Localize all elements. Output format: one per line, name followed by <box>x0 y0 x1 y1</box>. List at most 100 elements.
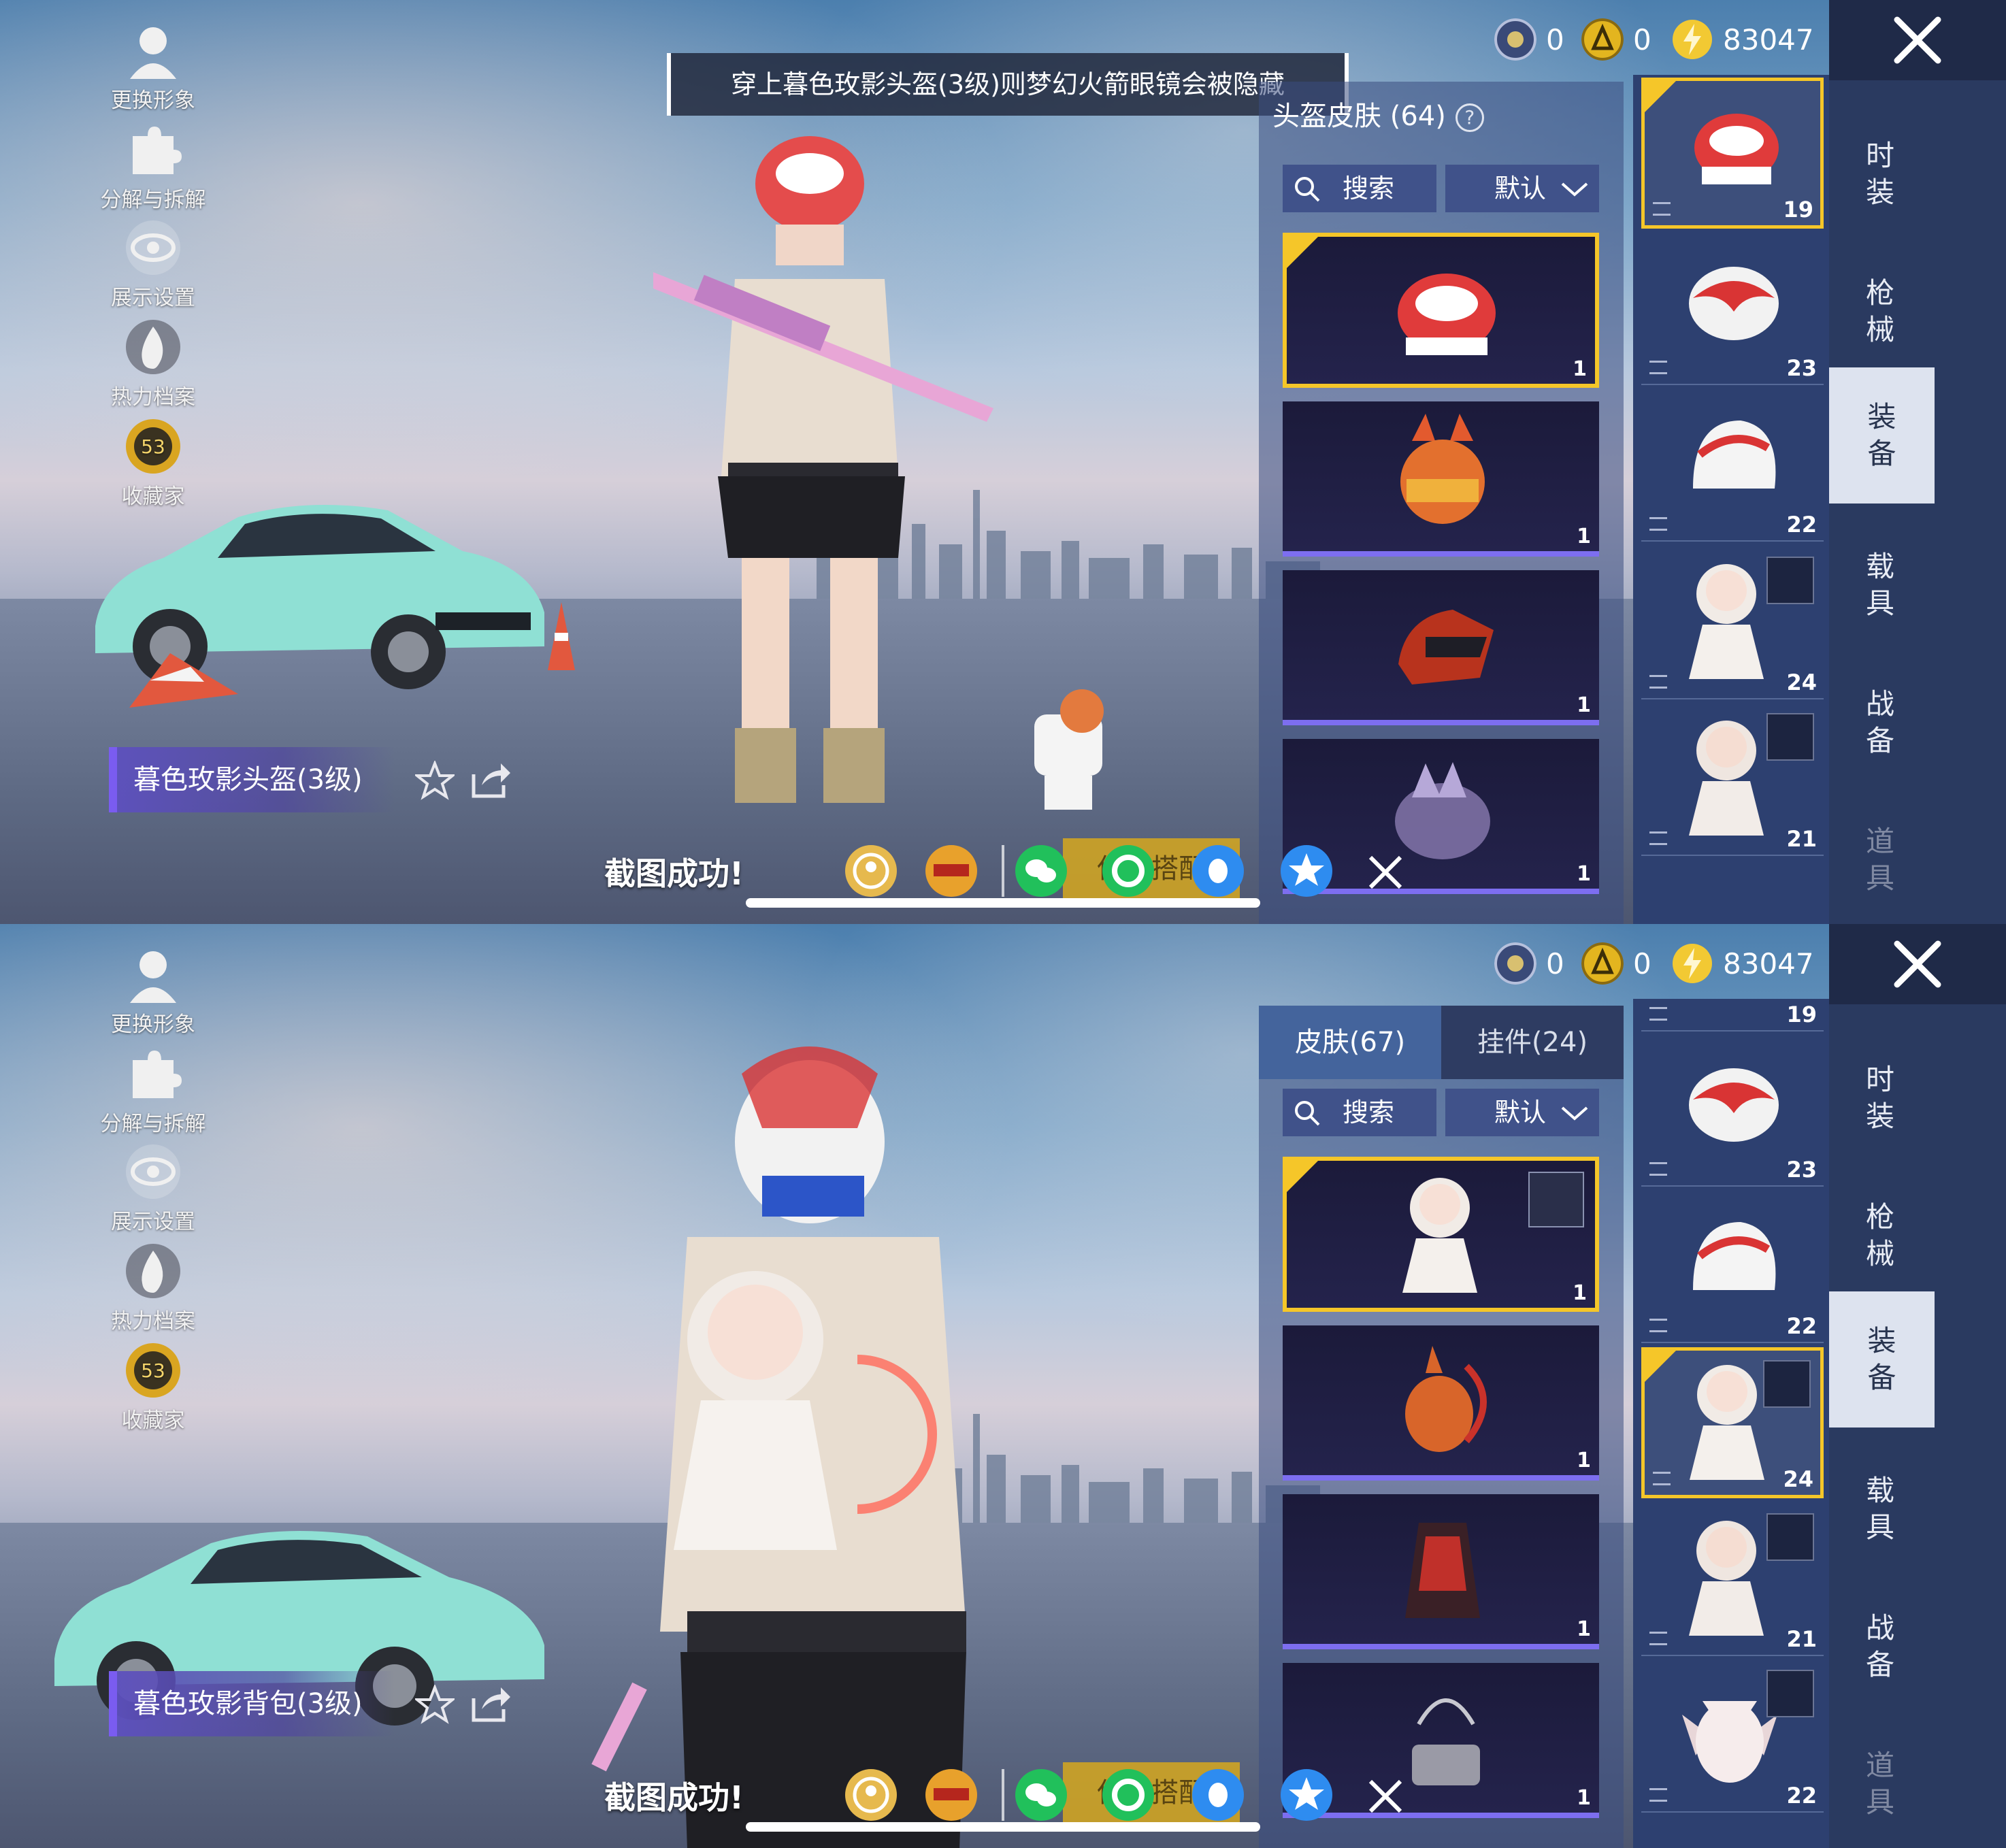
search-input[interactable]: 搜索 <box>1283 1089 1436 1136</box>
selected-check-icon <box>1645 81 1676 112</box>
white-helmet-icon <box>1693 420 1776 489</box>
side-display-settings[interactable]: 展示设置 <box>95 1142 211 1235</box>
side-display-settings[interactable]: 展示设置 <box>95 218 211 311</box>
tab-skins[interactable]: 皮肤(67) <box>1259 1006 1441 1079</box>
selected-check-icon <box>1645 1351 1676 1382</box>
qq-icon[interactable] <box>1191 844 1245 898</box>
qzone-icon[interactable] <box>1279 844 1334 898</box>
side-disassemble[interactable]: 分解与拆解 <box>95 1044 211 1137</box>
category-weapons[interactable]: 枪 械 <box>1829 1168 1931 1304</box>
side-change-avatar[interactable]: 更换形象 <box>95 20 211 114</box>
pet-companion <box>1034 689 1104 810</box>
category-equipment[interactable]: 装 备 <box>1829 367 1935 504</box>
equip-slot[interactable]: 19 <box>1641 999 1824 1032</box>
pendant-tag-icon <box>1766 1670 1814 1717</box>
category-label: 枪 械 <box>1865 1200 1894 1270</box>
card-count: 1 <box>1577 1449 1591 1472</box>
category-label: 载 具 <box>1865 1474 1894 1544</box>
category-items[interactable]: 道 具 <box>1829 792 1931 924</box>
equip-slot[interactable]: 23 <box>1641 1034 1824 1187</box>
side-heat-archive[interactable]: 热力档案 <box>95 1241 211 1334</box>
person-icon <box>130 27 176 79</box>
currency-gold: 0 <box>1581 939 1651 988</box>
currency-gold: 0 <box>1581 15 1651 64</box>
category-battle-gear[interactable]: 战 备 <box>1829 655 1931 791</box>
peace-elite-icon[interactable] <box>924 1768 979 1822</box>
equip-slot[interactable]: 21 <box>1641 704 1824 856</box>
side-heat-archive[interactable]: 热力档案 <box>95 317 211 410</box>
tab-pendants[interactable]: 挂件(24) <box>1441 1006 1624 1079</box>
share-icon[interactable] <box>470 761 512 799</box>
side-label: 分解与拆解 <box>100 188 206 212</box>
share-divider <box>1002 845 1004 897</box>
qzone-icon[interactable] <box>1279 1768 1334 1822</box>
side-collector[interactable]: 53 收藏家 <box>95 416 211 510</box>
pendant-tag-icon <box>1528 1172 1584 1227</box>
category-label: 装 备 <box>1867 1324 1896 1394</box>
side-change-avatar[interactable]: 更换形象 <box>95 944 211 1038</box>
slot-count: 23 <box>1786 1157 1817 1183</box>
equip-slot[interactable]: 21 <box>1641 1504 1824 1656</box>
equip-slot[interactable]: 22 <box>1641 389 1824 542</box>
search-icon <box>1295 1101 1320 1126</box>
rose-helmet-icon <box>1689 1068 1779 1142</box>
equipped-slots-column: 19 23 22 24 21 22 <box>1633 999 1829 1848</box>
sort-dropdown[interactable]: 默认 <box>1445 1089 1599 1136</box>
close-button[interactable] <box>1829 924 2006 1004</box>
search-input[interactable]: 搜索 <box>1283 165 1436 212</box>
side-disassemble[interactable]: 分解与拆解 <box>95 120 211 213</box>
side-label: 展示设置 <box>111 286 195 310</box>
favorite-star-icon[interactable] <box>415 1685 455 1724</box>
skin-card[interactable]: 1 <box>1283 233 1599 388</box>
card-count: 1 <box>1577 862 1591 886</box>
help-icon[interactable]: ? <box>1455 103 1484 132</box>
category-battle-gear[interactable]: 战 备 <box>1829 1579 1931 1715</box>
category-equipment[interactable]: 装 备 <box>1829 1291 1935 1428</box>
list-title: 头盔皮肤 (64)? <box>1272 94 1484 133</box>
category-weapons[interactable]: 枪 械 <box>1829 244 1931 380</box>
search-icon <box>1295 177 1320 202</box>
sort-dropdown[interactable]: 默认 <box>1445 165 1599 212</box>
pendant-tag-icon <box>1766 557 1814 604</box>
category-label: 时 装 <box>1865 1063 1894 1133</box>
equip-slot[interactable]: 19 <box>1641 78 1824 229</box>
wechat-icon[interactable] <box>1014 1768 1068 1822</box>
moments-icon[interactable] <box>1101 1768 1155 1822</box>
equip-slot[interactable]: 22 <box>1641 1191 1824 1343</box>
peace-elite-icon[interactable] <box>924 844 979 898</box>
category-label: 装 备 <box>1867 400 1896 470</box>
skin-card[interactable]: 1 <box>1283 401 1599 557</box>
close-button[interactable] <box>1829 0 2006 80</box>
skin-list-panel: 头盔皮肤 (64)? 搜索 默认 1 1 1 1 <box>1259 82 1624 924</box>
card-count: 1 <box>1577 1786 1591 1810</box>
equip-slot[interactable]: 23 <box>1641 233 1824 385</box>
slot-menu-icon <box>1649 1632 1667 1645</box>
skin-card[interactable]: 1 <box>1283 570 1599 725</box>
category-vehicles[interactable]: 载 具 <box>1829 1441 1931 1577</box>
game-center-icon[interactable] <box>844 844 898 898</box>
equipped-slots-column: 19 23 22 24 21 <box>1633 75 1829 924</box>
equip-slot[interactable]: 22 <box>1641 1660 1824 1813</box>
skin-card[interactable]: 1 <box>1283 1494 1599 1649</box>
share-icon[interactable] <box>470 1685 512 1723</box>
qq-icon[interactable] <box>1191 1768 1245 1822</box>
kangaroo-backpack-icon <box>1405 1346 1487 1452</box>
skin-card[interactable]: 1 <box>1283 1325 1599 1481</box>
side-label: 收藏家 <box>121 1408 185 1433</box>
side-collector[interactable]: 53 收藏家 <box>95 1340 211 1434</box>
category-items[interactable]: 道 具 <box>1829 1716 1931 1848</box>
game-center-icon[interactable] <box>844 1768 898 1822</box>
favorite-star-icon[interactable] <box>415 761 455 800</box>
puzzle-icon <box>133 127 182 174</box>
share-close-icon[interactable] <box>1366 1777 1404 1815</box>
slot-menu-icon <box>1649 1162 1667 1176</box>
share-close-icon[interactable] <box>1366 853 1404 891</box>
equip-slot[interactable]: 24 <box>1641 547 1824 699</box>
category-fashion[interactable]: 时 装 <box>1829 1030 1931 1166</box>
category-vehicles[interactable]: 载 具 <box>1829 517 1931 653</box>
moments-icon[interactable] <box>1101 844 1155 898</box>
equip-slot[interactable]: 24 <box>1641 1347 1824 1498</box>
wechat-icon[interactable] <box>1014 844 1068 898</box>
skin-card[interactable]: 1 <box>1283 1157 1599 1312</box>
category-fashion[interactable]: 时 装 <box>1829 106 1931 242</box>
